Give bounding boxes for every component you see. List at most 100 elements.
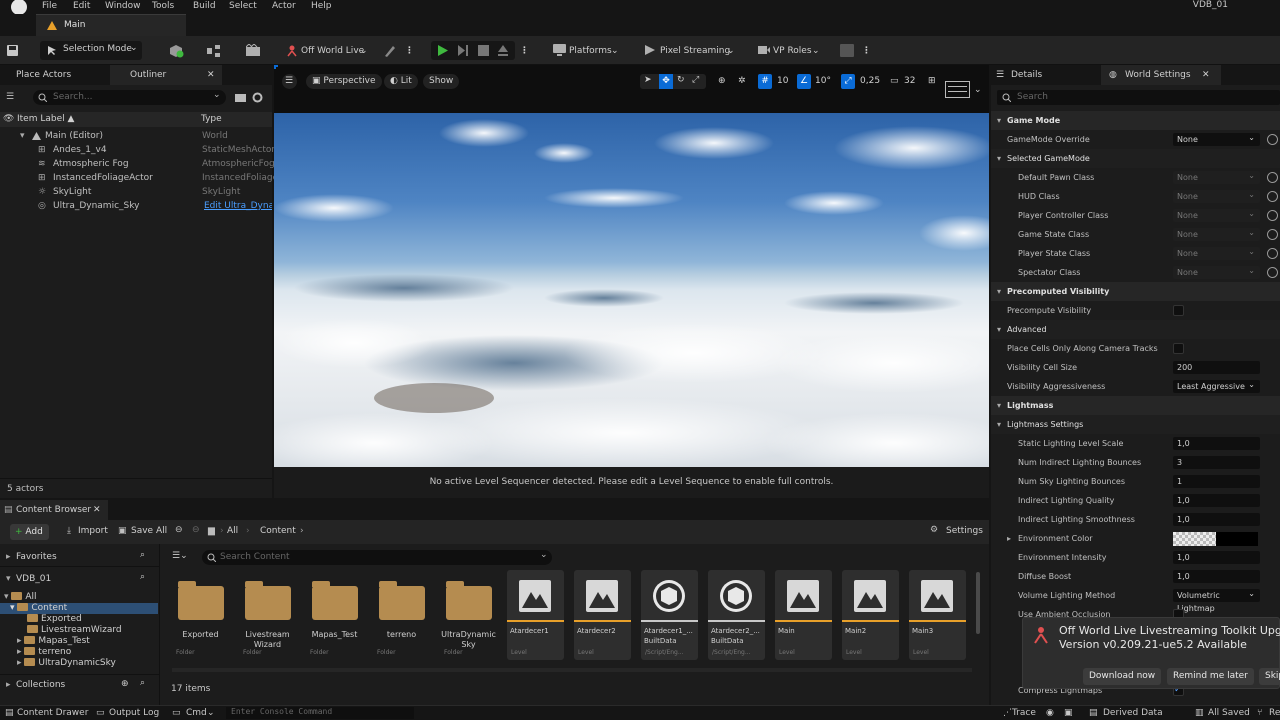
step-icon[interactable] — [457, 44, 469, 57]
translate-tool-icon[interactable]: ✥ — [659, 74, 673, 89]
property-checkbox[interactable] — [1173, 343, 1184, 354]
cmd-dropdown[interactable]: Cmd — [186, 708, 207, 718]
cinematics-icon[interactable] — [246, 44, 260, 57]
expand-arrow-icon[interactable]: ▾ — [997, 149, 1001, 168]
property-dropdown[interactable]: None ⌄ — [1173, 209, 1260, 222]
details-section-header[interactable]: ▾ Precomputed Visibility — [991, 282, 1280, 301]
content-search-input[interactable]: Search Content ⌄ — [202, 550, 552, 565]
add-button[interactable]: + Add — [10, 524, 49, 540]
tab-world-settings[interactable]: World Settings — [1125, 65, 1191, 85]
reset-icon[interactable] — [1267, 248, 1278, 259]
expand-arrow-icon[interactable]: ▾ — [20, 129, 25, 143]
tree-item-exported[interactable]: Exported — [27, 614, 82, 625]
project-header[interactable]: ▾ VDB_01 ⌕ — [0, 572, 160, 588]
selection-mode-dropdown[interactable]: Selection Mode ⌄ — [40, 41, 142, 60]
surface-snap-icon[interactable]: ✲ — [738, 74, 746, 89]
remind-later-button[interactable]: Remind me later — [1167, 668, 1254, 685]
property-dropdown[interactable]: None ⌄ — [1173, 228, 1260, 241]
details-section-header[interactable]: ▾ Selected GameMode — [991, 149, 1280, 168]
outliner-search-input[interactable]: Search... ⌄ — [33, 90, 226, 105]
property-input[interactable]: 1 — [1173, 475, 1260, 488]
outliner-row[interactable]: ☼ SkyLight SkyLight — [0, 185, 272, 199]
tree-item-livestreamwizard[interactable]: LivestreamWizard — [27, 625, 122, 636]
property-dropdown[interactable]: None ⌄ — [1173, 171, 1260, 184]
gear-icon[interactable] — [252, 92, 263, 103]
outliner-row[interactable]: ⊞ Andes_1_v4 StaticMeshActor — [0, 143, 275, 157]
rotation-snap-icon[interactable]: ∠ — [797, 74, 811, 89]
tree-item-ultradynamicsky[interactable]: ▸ UltraDynamicSky — [17, 658, 116, 669]
tree-item-content[interactable]: ▾ Content — [0, 603, 158, 614]
layout-icon[interactable] — [945, 81, 970, 98]
back-icon[interactable]: ⊖ — [175, 525, 183, 535]
column-type[interactable]: Type — [201, 114, 222, 124]
property-dropdown[interactable]: Volumetric Lightmap ⌄ — [1173, 589, 1260, 613]
breadcrumb-content[interactable]: Content — [260, 526, 296, 536]
more-options-icon[interactable]: ⋮ — [862, 42, 871, 60]
details-section-header[interactable]: ▾ Lightmass Settings — [991, 415, 1280, 434]
property-dropdown[interactable]: None ⌄ — [1173, 190, 1260, 203]
color-swatch-alpha[interactable] — [1216, 532, 1258, 546]
tab-details[interactable]: Details — [1011, 65, 1042, 85]
maximize-viewport-icon[interactable]: ⊞ — [928, 74, 936, 89]
eject-icon[interactable] — [497, 44, 509, 56]
favorites-header[interactable]: ▸ Favorites ⌕ — [0, 550, 160, 566]
folder-tile[interactable]: Mapas_Test Folder — [306, 570, 363, 660]
grid-snap-value[interactable]: 10 — [777, 74, 788, 89]
tab-content-browser[interactable]: Content Browser — [16, 500, 91, 520]
scale-snap-icon[interactable]: ⤢ — [841, 74, 855, 89]
property-checkbox[interactable] — [1173, 305, 1184, 316]
add-actor-icon[interactable] — [168, 43, 184, 58]
outliner-row[interactable]: ▾ Main (Editor) World — [0, 129, 272, 143]
visibility-eye-icon[interactable]: 👁 — [3, 114, 14, 124]
all-saved-status[interactable]: All Saved — [1208, 708, 1250, 718]
breadcrumb-all[interactable]: All — [227, 526, 238, 536]
show-button[interactable]: Show — [423, 74, 460, 89]
screenshot-icon[interactable]: ▣ — [1064, 708, 1073, 718]
asset-tile[interactable]: Main Level — [775, 570, 832, 660]
camera-speed-value[interactable]: 32 — [904, 74, 915, 89]
add-collection-icon[interactable]: ⊕ — [121, 679, 129, 689]
play-icon[interactable] — [437, 44, 449, 57]
level-viewport[interactable]: ☰ ▣ Perspective ◐ Lit Show ➤ ✥ ↻ ⤢ ⊕ ✲ #… — [274, 65, 989, 498]
save-all-button[interactable]: Save All — [131, 526, 167, 536]
record-icon[interactable]: ◉ — [1046, 708, 1054, 718]
asset-tile[interactable]: Atardecer1 Level — [507, 570, 564, 660]
perspective-button[interactable]: ▣ Perspective — [306, 74, 382, 89]
stop-icon[interactable] — [478, 45, 489, 56]
asset-scrollbar[interactable] — [976, 572, 980, 634]
close-icon[interactable]: ✕ — [207, 65, 215, 85]
outliner-row[interactable]: ⊞ InstancedFoliageActor InstancedFoliage — [0, 171, 278, 185]
world-space-icon[interactable]: ⊕ — [718, 74, 726, 89]
expand-arrow-icon[interactable]: ▾ — [997, 396, 1001, 415]
asset-tile[interactable]: Main3 Level — [909, 570, 966, 660]
download-now-button[interactable]: Download now — [1083, 668, 1162, 685]
property-input[interactable]: 1,0 — [1173, 494, 1260, 507]
reset-icon[interactable] — [1267, 191, 1278, 202]
lit-button[interactable]: ◐ Lit — [384, 74, 418, 89]
property-input[interactable]: 3 — [1173, 456, 1260, 469]
more-options-icon[interactable]: ⋮ — [520, 42, 529, 60]
console-input[interactable]: Enter Console Command — [226, 707, 414, 719]
offworld-live-menu[interactable]: Off World Live — [301, 42, 364, 60]
menu-tools[interactable]: Tools — [152, 0, 174, 14]
scale-tool-icon[interactable]: ⤢ — [692, 75, 699, 85]
collections-header[interactable]: ▸ Collections ⊕ ⌕ — [0, 678, 160, 694]
property-dropdown[interactable]: None ⌄ — [1173, 247, 1260, 260]
outliner-row[interactable]: ≋ Atmospheric Fog AtmosphericFog — [0, 157, 275, 171]
forward-icon[interactable]: ⊖ — [192, 525, 200, 535]
trace-button[interactable]: Trace — [1012, 708, 1036, 718]
color-swatch[interactable] — [1173, 532, 1216, 546]
reset-icon[interactable] — [1267, 267, 1278, 278]
settings-button[interactable]: Settings — [946, 526, 983, 536]
chevron-down-icon[interactable]: ⌄ — [974, 83, 982, 98]
folder-tile[interactable]: Livestream Wizard Folder — [239, 570, 296, 660]
search-icon[interactable]: ⌕ — [140, 678, 145, 688]
edit-blueprint-link[interactable]: Edit Ultra_Dynan — [204, 199, 272, 213]
details-search-input[interactable]: Search — [997, 90, 1280, 105]
tree-item-mapas-test[interactable]: ▸ Mapas_Test — [17, 636, 90, 647]
details-section-header[interactable]: ▾ Game Mode — [991, 111, 1280, 130]
folder-add-icon[interactable] — [235, 93, 246, 102]
folder-tile[interactable]: terreno Folder — [373, 570, 430, 660]
property-input[interactable]: 1,0 — [1173, 437, 1260, 450]
search-icon[interactable]: ⌕ — [140, 572, 145, 582]
